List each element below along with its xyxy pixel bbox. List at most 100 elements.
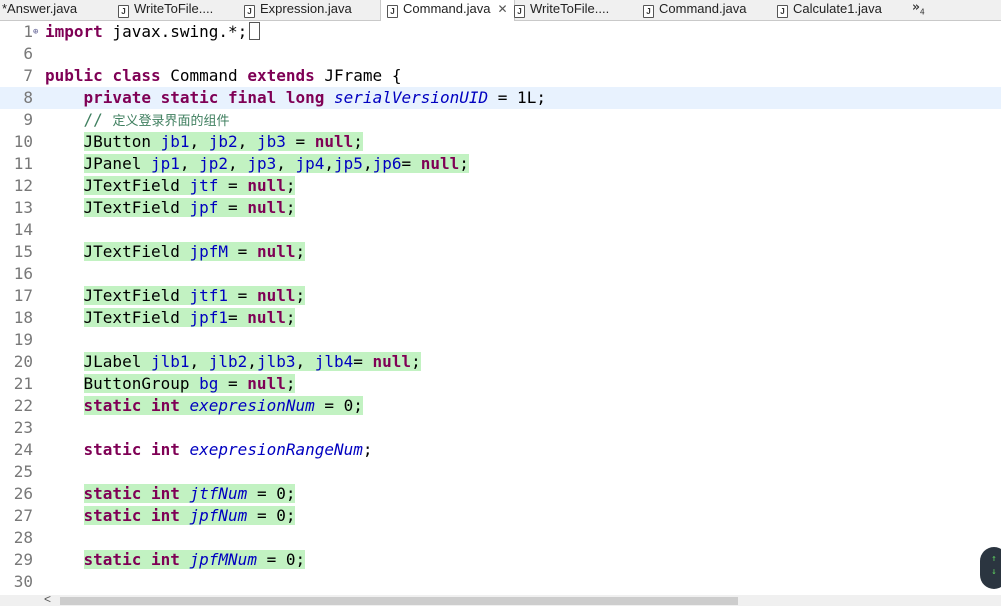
code-token: static: [83, 396, 142, 415]
code-token: jpfM: [189, 242, 229, 261]
tab-label: WriteToFile....: [134, 1, 214, 16]
tab-2[interactable]: J Expression.java: [244, 0, 352, 20]
tab-overflow-count: 4: [919, 7, 925, 17]
code-token: ;: [285, 176, 296, 195]
code-token: null: [247, 176, 286, 195]
code-editor[interactable]: 1 ⊕ import javax.swing.*; 6 7 public class Co…: [0, 21, 1001, 595]
tab-5[interactable]: J Command.java: [643, 0, 746, 20]
code-token: =: [218, 176, 248, 195]
code-line[interactable]: 13 JTextField jpf = null;: [0, 197, 1001, 219]
code-line[interactable]: 7 public class Command extends JFrame {: [0, 65, 1001, 87]
scroll-nav-button[interactable]: ↑ ↓: [980, 547, 1001, 589]
tab-4[interactable]: J WriteToFile....: [514, 0, 609, 20]
code-text: JTextField jpf = null;: [45, 197, 296, 219]
code-line[interactable]: 26 static int jtfNum = 0;: [0, 483, 1001, 505]
code-token: null: [247, 198, 286, 217]
tab-6[interactable]: J Calculate1.java: [777, 0, 882, 20]
code-line[interactable]: 19: [0, 329, 1001, 351]
code-line[interactable]: 16: [0, 263, 1001, 285]
code-token: ;: [285, 374, 296, 393]
code-line[interactable]: 1 ⊕ import javax.swing.*;: [0, 21, 1001, 43]
line-number: 23: [13, 418, 33, 437]
code-token: jtf: [189, 176, 219, 195]
code-line[interactable]: 12 JTextField jtf = null;: [0, 175, 1001, 197]
code-line[interactable]: 8 private static final long serialVersio…: [0, 87, 1001, 109]
code-text: JTextField jpfM = null;: [45, 241, 306, 263]
code-token: JTextField: [83, 308, 190, 327]
line-number: 16: [13, 264, 33, 283]
code-token: jp2: [199, 154, 229, 173]
code-token: = 0;: [247, 484, 296, 503]
code-token: JPanel: [83, 154, 151, 173]
code-token: JLabel: [83, 352, 151, 371]
line-number: 15: [13, 242, 33, 261]
code-text: static int exepresionRangeNum;: [45, 439, 373, 461]
line-number: 30: [13, 572, 33, 591]
horizontal-scrollbar[interactable]: <: [0, 592, 1001, 606]
line-number: 11: [13, 154, 33, 173]
code-line[interactable]: 9 // 定义登录界面的组件: [0, 109, 1001, 131]
code-token: = 0;: [314, 396, 363, 415]
line-number: 19: [13, 330, 33, 349]
code-token: [179, 550, 190, 569]
code-line[interactable]: 18 JTextField jpf1= null;: [0, 307, 1001, 329]
scroll-left-icon[interactable]: <: [44, 592, 51, 606]
code-line[interactable]: 15 JTextField jpfM = null;: [0, 241, 1001, 263]
line-number: 21: [13, 374, 33, 393]
code-token: static: [83, 506, 142, 525]
tab-3[interactable]: J Command.java ✕: [380, 0, 515, 21]
code-token: =: [228, 286, 257, 305]
code-line[interactable]: 10 JButton jb1, jb2, jb3 = null;: [0, 131, 1001, 153]
code-token: null: [372, 352, 412, 371]
code-token: serialVersionUID: [334, 88, 489, 107]
close-tab-icon[interactable]: ✕: [497, 2, 507, 16]
line-number: 10: [13, 132, 33, 151]
code-token: ,: [179, 154, 200, 173]
code-line[interactable]: 21 ButtonGroup bg = null;: [0, 373, 1001, 395]
java-file-icon: J: [244, 5, 255, 18]
code-line[interactable]: 24 static int exepresionRangeNum;: [0, 439, 1001, 461]
code-token: int: [150, 506, 180, 525]
code-text: JButton jb1, jb2, jb3 = null;: [45, 131, 363, 153]
line-number: 9: [23, 110, 33, 129]
tab-0[interactable]: *Answer.java: [0, 0, 77, 20]
line-number: 8: [23, 88, 33, 107]
code-line[interactable]: 20 JLabel jlb1, jlb2,jlb3, jlb4= null;: [0, 351, 1001, 373]
code-token: int: [150, 550, 180, 569]
arrow-up-icon[interactable]: ↑: [980, 553, 1001, 566]
code-line[interactable]: 11 JPanel jp1, jp2, jp3, jp4,jp5,jp6= nu…: [0, 153, 1001, 175]
collapsed-imports-box[interactable]: [249, 22, 261, 40]
code-line[interactable]: 28: [0, 527, 1001, 549]
code-text: // 定义登录界面的组件: [45, 109, 230, 133]
tab-1[interactable]: J WriteToFile....: [118, 0, 213, 20]
tab-label: Command.java: [403, 1, 491, 16]
code-line[interactable]: 22 static int exepresionNum = 0;: [0, 395, 1001, 417]
arrow-down-icon[interactable]: ↓: [980, 566, 1001, 579]
code-line[interactable]: 6: [0, 43, 1001, 65]
code-token: static: [83, 550, 142, 569]
code-token: jlb3: [256, 352, 296, 371]
code-token: =: [285, 132, 315, 151]
code-line[interactable]: 29 static int jpfMNum = 0;: [0, 549, 1001, 571]
code-token: jp5: [334, 154, 363, 173]
code-line[interactable]: 14: [0, 219, 1001, 241]
code-line[interactable]: 23: [0, 417, 1001, 439]
code-token: extends: [247, 66, 315, 85]
code-token: JTextField: [83, 198, 190, 217]
line-number: 24: [13, 440, 33, 459]
code-line[interactable]: 27 static int jpfNum = 0;: [0, 505, 1001, 527]
code-line[interactable]: 30: [0, 571, 1001, 593]
fold-expand-icon[interactable]: ⊕: [33, 27, 38, 37]
code-line[interactable]: 25: [0, 461, 1001, 483]
code-token: jpf: [189, 198, 219, 217]
code-token: ButtonGroup: [83, 374, 200, 393]
tab-overflow-button[interactable]: »4: [912, 0, 925, 17]
horizontal-scroll-thumb[interactable]: [60, 597, 738, 605]
editor-tab-bar: *Answer.java J WriteToFile.... J Expression.…: [0, 0, 1001, 21]
code-line[interactable]: 17 JTextField jtf1 = null;: [0, 285, 1001, 307]
